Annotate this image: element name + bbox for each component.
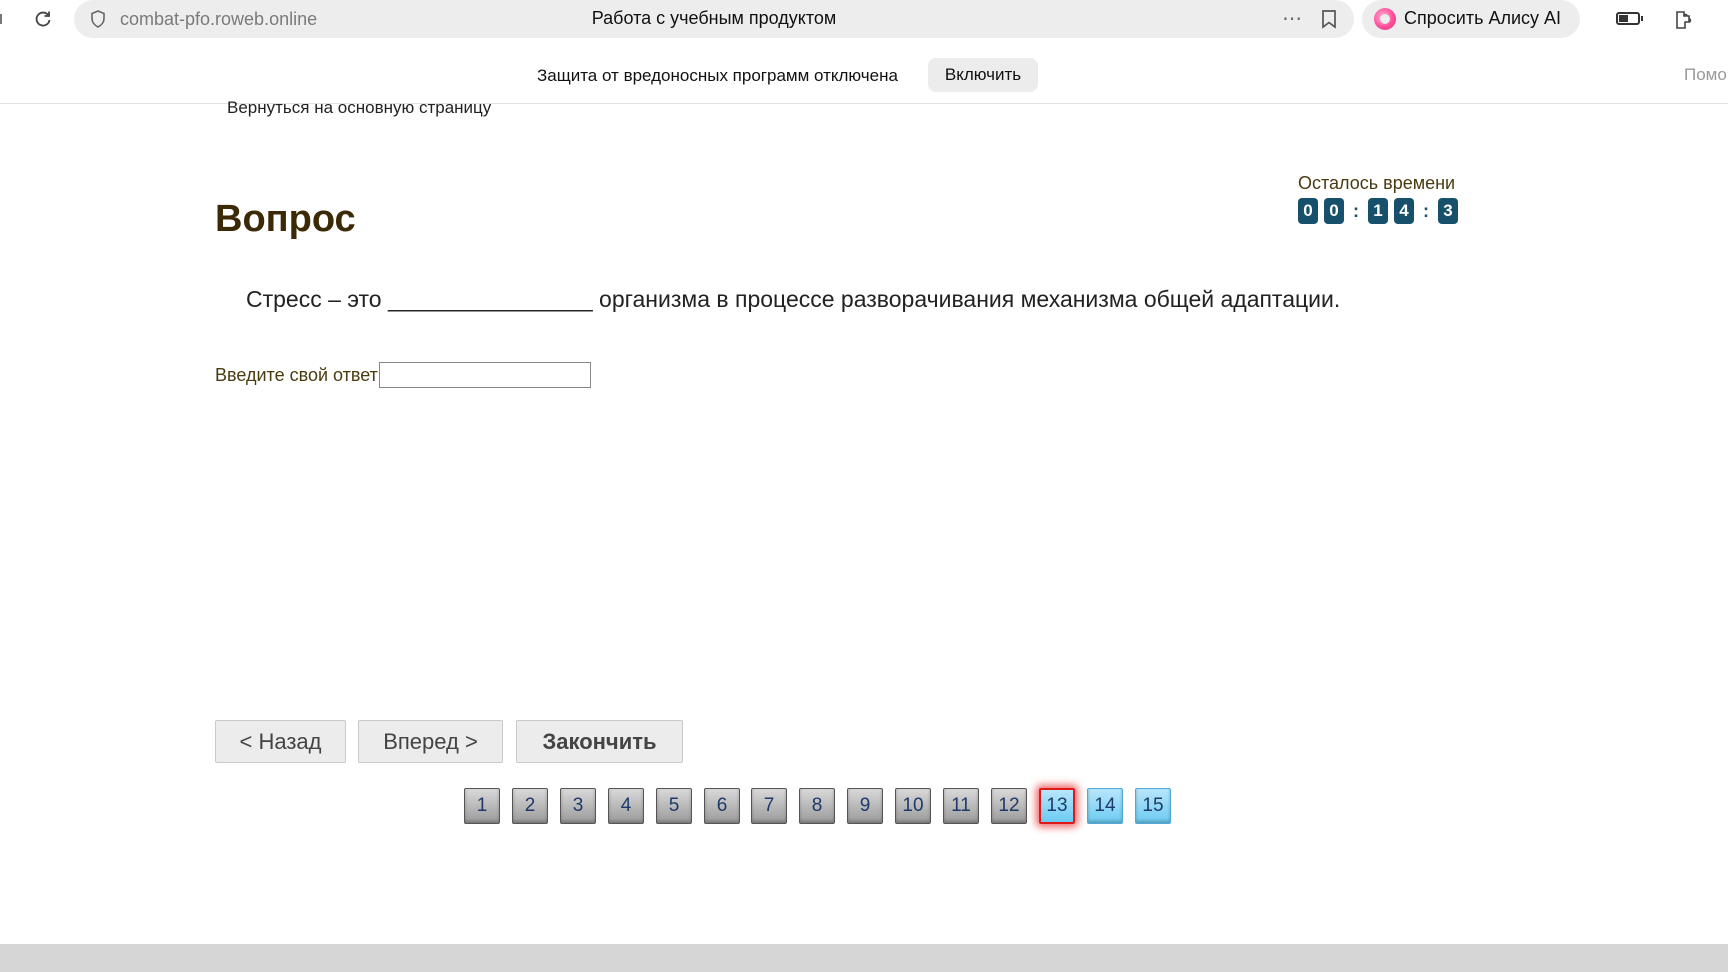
alice-icon <box>1374 8 1396 30</box>
help-link[interactable]: Помощь <box>1684 65 1728 85</box>
page-button-6[interactable]: 6 <box>704 788 740 824</box>
page-footer-band <box>0 944 1728 972</box>
sidebar-edge <box>0 14 4 24</box>
next-button[interactable]: Вперед > <box>358 720 503 763</box>
timer-digit: 1 <box>1368 198 1388 224</box>
page-button-8[interactable]: 8 <box>799 788 835 824</box>
bookmark-icon[interactable] <box>1320 9 1340 31</box>
back-to-main-link[interactable]: Вернуться на основную страницу <box>227 98 491 118</box>
page-button-10[interactable]: 10 <box>895 788 931 824</box>
page-button-7[interactable]: 7 <box>751 788 787 824</box>
countdown-timer: 0 0 : 1 4 : 3 <box>1298 198 1464 224</box>
page-button-4[interactable]: 4 <box>608 788 644 824</box>
reload-icon[interactable] <box>32 8 54 30</box>
extensions-icon[interactable] <box>1672 8 1696 32</box>
page-button-5[interactable]: 5 <box>656 788 692 824</box>
notification-text: Защита от вредоносных программ отключена <box>537 66 898 85</box>
ask-alice-label: Спросить Алису AI <box>1404 8 1562 28</box>
back-button[interactable]: < Назад <box>215 720 346 763</box>
timer-digit: 3 <box>1438 198 1458 224</box>
answer-label: Введите свой ответ <box>215 364 378 385</box>
timer-label: Осталось времени <box>1298 173 1456 193</box>
question-text: Стресс – это ________________ организма … <box>246 286 1341 312</box>
ask-alice-button[interactable]: Спросить Алису AI <box>1362 0 1580 38</box>
security-notification-bar: Защита от вредоносных программ отключена… <box>0 56 1728 104</box>
timer-digit: 0 <box>1324 198 1344 224</box>
battery-icon <box>1616 12 1643 25</box>
page-button-15[interactable]: 15 <box>1135 788 1171 824</box>
timer-digit: 4 <box>1394 198 1414 224</box>
more-icon[interactable]: ⋯ <box>1282 6 1303 31</box>
address-bar[interactable]: combat-pfo.roweb.online Работа с учебным… <box>74 0 1354 38</box>
page-button-14[interactable]: 14 <box>1087 788 1123 824</box>
page-button-2[interactable]: 2 <box>512 788 548 824</box>
page-button-11[interactable]: 11 <box>943 788 979 824</box>
answer-input[interactable] <box>378 362 591 388</box>
page-button-9[interactable]: 9 <box>847 788 883 824</box>
page-button-1[interactable]: 1 <box>464 788 500 824</box>
question-heading: Вопрос <box>215 198 356 240</box>
page-button-12[interactable]: 12 <box>991 788 1027 824</box>
answer-row: Введите свой ответ <box>215 362 591 388</box>
browser-toolbar: combat-pfo.roweb.online Работа с учебным… <box>0 0 1728 38</box>
timer-separator: : <box>1353 201 1359 221</box>
finish-button[interactable]: Закончить <box>516 720 683 763</box>
timer-digit: 0 <box>1298 198 1318 224</box>
page-title: Работа с учебным продуктом <box>591 8 837 28</box>
timer-separator: : <box>1423 201 1429 221</box>
enable-protection-button[interactable]: Включить <box>928 58 1038 92</box>
page-button-3[interactable]: 3 <box>560 788 596 824</box>
page-button-13[interactable]: 13 <box>1039 788 1075 824</box>
